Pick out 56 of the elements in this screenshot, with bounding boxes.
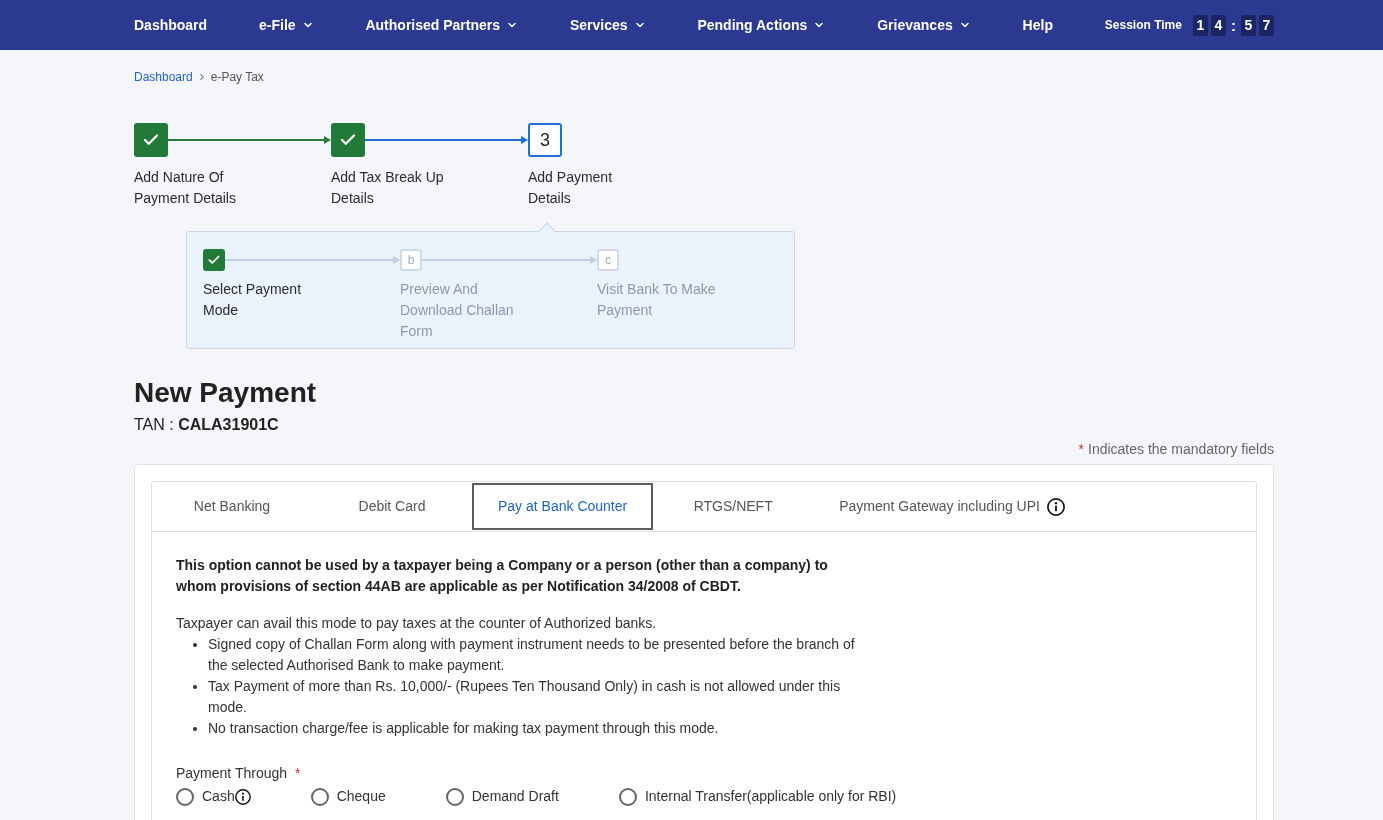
radio-icon[interactable] — [618, 787, 637, 806]
nav-menu-item[interactable]: Authorised Partners — [365, 14, 519, 36]
step-number: 3 — [528, 123, 562, 157]
field-label: Payment Through — [176, 764, 288, 783]
radio-option[interactable]: Cash — [176, 786, 251, 807]
bullet-icon — [193, 643, 197, 647]
timer-separator: : — [1230, 15, 1236, 36]
step-letter: c — [597, 249, 619, 271]
nav-menu-item[interactable]: Services — [569, 14, 646, 36]
timer-digit: 1 — [1192, 14, 1208, 36]
bullet-icon — [193, 685, 197, 689]
nav-menu-item[interactable]: Dashboard — [134, 14, 208, 36]
check-icon — [203, 249, 225, 271]
nav-menu-item[interactable]: e-File — [259, 14, 314, 36]
required-mark: * — [1078, 440, 1084, 459]
nav-menu-item[interactable]: Grievances — [877, 14, 971, 36]
tan-text: TAN : CALA31901C — [134, 415, 280, 435]
mandatory-note: Indicates the mandatory fields — [1088, 440, 1274, 459]
step-label: Add Payment Details — [528, 168, 614, 208]
radio-option[interactable]: Cheque — [310, 786, 386, 807]
session-time-label: Session Time — [1104, 17, 1182, 34]
step-label: Add Nature Of Payment Details — [134, 168, 237, 208]
radio-icon[interactable] — [310, 787, 329, 806]
intro-text: Taxpayer can avail this mode to pay taxes at the counter of Authorized banks. — [176, 614, 658, 633]
timer-digit: 7 — [1258, 14, 1274, 36]
tab[interactable]: Debit Card — [312, 483, 472, 530]
nav-menu-item[interactable]: Pending Actions — [697, 14, 826, 36]
step-label: Visit Bank To Make Payment — [597, 280, 717, 320]
step-label: Select Payment Mode — [203, 280, 303, 320]
tab[interactable]: Net Banking — [152, 483, 312, 530]
nav-menu-item[interactable]: Help — [1022, 14, 1053, 36]
check-icon — [134, 123, 168, 157]
bullet-icon — [193, 727, 197, 731]
radio-icon[interactable] — [176, 787, 194, 806]
info-icon[interactable] — [1046, 497, 1065, 516]
bullet-text: Signed copy of Challan Form along with payment instrument needs to be presented before the branch of the selected Authorised Bank to make payment. — [208, 635, 856, 675]
page-title: New Payment — [134, 376, 318, 410]
info-icon[interactable] — [234, 788, 251, 805]
breadcrumb-link[interactable]: Dashboard — [134, 69, 193, 85]
breadcrumb-current: e-Pay Tax — [210, 69, 264, 85]
radio-icon[interactable] — [445, 787, 464, 806]
step-label: Add Tax Break Up Details — [331, 168, 445, 208]
tab[interactable]: Payment Gateway including UPI — [813, 483, 1091, 530]
step-label: Preview And Download Challan Form — [400, 280, 515, 341]
tab[interactable]: RTGS/NEFT — [653, 483, 814, 530]
bullet-text: Tax Payment of more than Rs. 10,000/- (Rupees Ten Thousand Only) in cash is not allowed under this mode. — [208, 677, 842, 717]
timer-digit: 5 — [1240, 14, 1256, 36]
warning-text: This option cannot be used by a taxpayer being a Company or a person (other than a company) to whom provisions of section 44AB are applicable as per Notification 34/2008 of CBDT. — [176, 556, 829, 596]
check-icon — [331, 123, 365, 157]
tab[interactable]: Pay at Bank Counter — [472, 483, 654, 530]
timer-digit: 4 — [1210, 14, 1226, 36]
bullet-text: No transaction charge/fee is applicable for making tax payment through this mode. — [208, 719, 720, 738]
step-letter: b — [400, 249, 422, 271]
required-mark: * — [295, 764, 301, 783]
radio-option[interactable]: Demand Draft — [445, 786, 559, 807]
radio-option[interactable]: Internal Transfer(applicable only for RBI) — [618, 786, 897, 807]
